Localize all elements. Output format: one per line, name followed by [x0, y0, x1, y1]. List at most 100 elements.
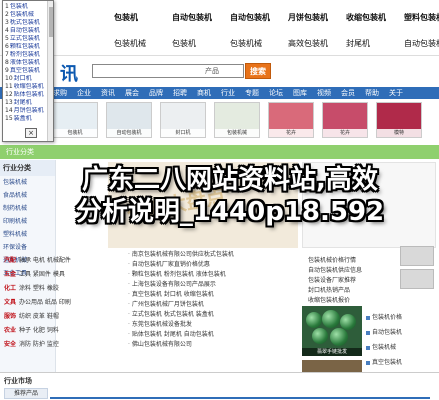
nav-link[interactable]: 收缩包装机 — [346, 12, 404, 23]
popup-suggestion-item[interactable]: 3枕式包装机 — [5, 19, 52, 27]
scrollbar-thumb[interactable] — [49, 7, 53, 37]
category-links[interactable]: 办公用品 纸品 印刷 — [19, 299, 71, 306]
right-news-item[interactable]: 包装设备厂家推荐 — [308, 276, 412, 286]
news-item[interactable]: · 贴体包装机 封尾机 自动包装机 — [128, 330, 288, 340]
nav-link[interactable]: 塑料包装机 — [404, 12, 439, 23]
tab-link[interactable]: 图库 — [288, 88, 312, 98]
category-key[interactable]: 农业 — [4, 327, 16, 334]
popup-suggestion-item[interactable]: 13封尾机 — [5, 99, 52, 107]
popup-suggestion-item[interactable]: 7粉剂包装机 — [5, 51, 52, 59]
nav-link[interactable] — [56, 38, 114, 49]
popup-suggestion-item[interactable]: 9真空包装机 — [5, 67, 52, 75]
category-links[interactable]: 涂料 塑料 橡胶 — [19, 285, 59, 292]
left-category-item[interactable]: 环保设备 — [0, 241, 55, 254]
tab-link[interactable]: 商机 — [192, 88, 216, 98]
product-thumbnail[interactable]: 包装机 — [52, 102, 98, 138]
suggestion-label: 收缩包装机 — [13, 83, 44, 90]
popup-suggestion-item[interactable]: 1包装机 — [5, 3, 52, 11]
tab-link[interactable]: 行业 — [216, 88, 240, 98]
nav-link[interactable]: 封尾机 — [346, 38, 404, 49]
tab-link[interactable]: 论坛 — [264, 88, 288, 98]
category-links[interactable]: 纺织 皮革 鞋帽 — [19, 313, 59, 320]
site-logo[interactable]: 讯 — [60, 60, 78, 86]
popup-suggestion-item[interactable]: 4自动包装机 — [5, 27, 52, 35]
news-item[interactable]: · 真空包装机 封口机 收缩包装机 — [128, 290, 288, 300]
tab-link[interactable]: 招聘 — [168, 88, 192, 98]
product-thumbnail[interactable]: 自动包装机 — [106, 102, 152, 138]
search-button[interactable]: 搜索 — [245, 63, 271, 79]
news-item[interactable]: · 立式包装机 枕式包装机 装盒机 — [128, 310, 288, 320]
tab-link[interactable]: 展会 — [120, 88, 144, 98]
news-item[interactable]: · 南京包装机械有限公司供应枕式包装机 — [128, 250, 288, 260]
nav-link[interactable]: 包装机械 — [114, 38, 172, 49]
popup-suggestion-item[interactable]: 10封口机 — [5, 75, 52, 83]
tab-link[interactable]: 关于 — [384, 88, 408, 98]
category-key[interactable]: 化工 — [4, 285, 16, 292]
popup-suggestion-item[interactable]: 11收缩包装机 — [5, 83, 52, 91]
right-link-item[interactable]: 真空包装机 — [366, 355, 438, 370]
popup-suggestion-item[interactable]: 8液体包装机 — [5, 59, 52, 67]
category-links[interactable]: 种子 化肥 饲料 — [19, 327, 59, 334]
right-link-item[interactable]: 包装机械 — [366, 340, 438, 355]
search-input[interactable] — [93, 65, 203, 77]
right-link-item[interactable]: 包装机价格 — [366, 310, 438, 325]
news-item[interactable]: · 颗粒包装机 粉剂包装机 液体包装机 — [128, 270, 288, 280]
right-news-item[interactable]: 收缩包装机报价 — [308, 296, 412, 306]
nav-link[interactable]: 包装机 — [114, 12, 172, 23]
right-news-item[interactable]: 自动包装机供应信息 — [308, 266, 412, 276]
nav-link[interactable]: 高效包装机 — [288, 38, 346, 49]
tab-link[interactable]: 企业 — [72, 88, 96, 98]
popup-scrollbar[interactable] — [47, 1, 53, 141]
popup-suggestion-item[interactable]: 6颗粒包装机 — [5, 43, 52, 51]
category-key[interactable]: 文具 — [4, 299, 16, 306]
popup-close-button[interactable]: × — [25, 128, 37, 138]
right-news-item[interactable]: 包装机械价格行情 — [308, 256, 412, 266]
news-item[interactable]: · 广州包装机械厂月饼包装机 — [128, 300, 288, 310]
category-links[interactable]: 消防 防护 监控 — [19, 341, 59, 348]
popup-suggestion-item[interactable]: 15装盒机 — [5, 115, 52, 123]
product-thumbnail[interactable]: 花卉 — [322, 102, 368, 138]
thumbnail[interactable] — [400, 246, 434, 266]
tab-link[interactable]: 专题 — [240, 88, 264, 98]
nav-link[interactable]: 自动包装机 — [230, 12, 288, 23]
category-key[interactable]: 安全 — [4, 341, 16, 348]
right-link-item[interactable]: 自动包装机 — [366, 325, 438, 340]
popup-suggestion-item[interactable]: 12贴体包装机 — [5, 91, 52, 99]
news-item[interactable]: · 东莞包装机械设备批发 — [128, 320, 288, 330]
category-key[interactable]: 五金 — [4, 271, 16, 278]
popup-suggestion-item[interactable]: 5立式包装机 — [5, 35, 52, 43]
tab-link[interactable]: 会员 — [336, 88, 360, 98]
category-links[interactable]: 轴承 电机 机械配件 — [19, 257, 71, 264]
news-item[interactable]: · 上海包装设备有限公司产品展示 — [128, 280, 288, 290]
bottom-tab-recommended[interactable]: 推荐产品 — [4, 388, 48, 399]
news-item[interactable]: · 自动包装机厂家直销价格优惠 — [128, 260, 288, 270]
thumbnail-caption: 花卉 — [323, 129, 367, 137]
nav-link[interactable]: 自动包装机 — [404, 38, 439, 49]
nav-link[interactable]: 自动包装机 — [172, 12, 230, 23]
popup-suggestion-item[interactable]: 2包装机械 — [5, 11, 52, 19]
category-key[interactable]: 服饰 — [4, 313, 16, 320]
tab-link[interactable]: 资讯 — [96, 88, 120, 98]
product-thumbnail[interactable]: 封口机 — [160, 102, 206, 138]
nav-link[interactable]: 包装机 — [172, 38, 230, 49]
right-news-item[interactable]: 封口机热销产品 — [308, 286, 412, 296]
search-category-select[interactable]: 产品 — [205, 66, 219, 76]
popup-suggestion-item[interactable]: 14月饼包装机 — [5, 107, 52, 115]
nav-link[interactable] — [56, 12, 114, 23]
autocomplete-popup[interactable]: 1包装机 2包装机械 3枕式包装机 4自动包装机 5立式包装机 6颗粒包装机 7粉剂包装机 8… — [2, 0, 54, 142]
thumbnail[interactable] — [400, 269, 434, 289]
tab-link[interactable]: 帮助 — [360, 88, 384, 98]
nav-link[interactable]: 包装机械 — [230, 38, 288, 49]
jade-beads-image[interactable]: 翡翠手链批发 — [302, 306, 362, 356]
category-links[interactable]: 工具 紧固件 模具 — [19, 271, 65, 278]
tab-link[interactable]: 品牌 — [144, 88, 168, 98]
product-thumbnail[interactable]: 包装机械 — [214, 102, 260, 138]
nav-link[interactable]: 月饼包装机 — [288, 12, 346, 23]
tab-link[interactable]: 视频 — [312, 88, 336, 98]
search-box[interactable]: 产品 — [92, 64, 244, 78]
product-thumbnail[interactable]: 模特 — [376, 102, 422, 138]
left-category-item[interactable]: 塑料机械 — [0, 228, 55, 241]
category-key[interactable]: 汽配 — [4, 257, 16, 264]
product-thumbnail[interactable]: 花卉 — [268, 102, 314, 138]
news-item[interactable]: · 佛山包装机械有限公司 — [128, 340, 288, 350]
